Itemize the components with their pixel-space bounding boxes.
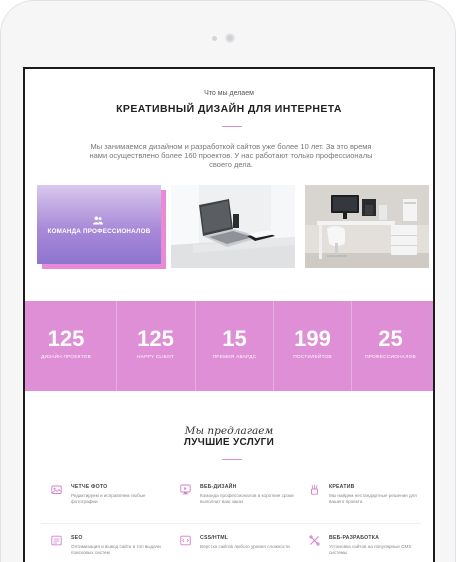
section-description: Мы занимаемся дизайном и разработкой сай… <box>89 142 373 169</box>
title-divider <box>222 126 242 127</box>
service-description: Редактируем и исправляем любые фотографи… <box>71 493 146 504</box>
stat-label: HAPPY CLIENT <box>137 355 174 360</box>
code-icon <box>180 535 191 546</box>
stat-happy-client: 125 HAPPY CLIENT <box>116 301 194 391</box>
section-kicker: Что мы делаем <box>204 90 254 97</box>
stats-band: 125 ДИЗАЙН ПРОЕКТОВ 125 HAPPY CLIENT 15 … <box>25 301 433 391</box>
stat-design-projects: 125 ДИЗАЙН ПРОЕКТОВ <box>27 301 105 391</box>
tools-icon <box>309 535 320 546</box>
service-name: CSS/HTML <box>200 535 229 541</box>
services-kicker: Мы предлагаем <box>184 425 274 437</box>
creative-icon <box>311 484 318 495</box>
stat-awards: 15 ПРЕМИЯ АВАРДС <box>195 301 273 391</box>
team-card-label: КОМАНДА ПРОФЕССИОНАЛОВ <box>47 228 151 235</box>
stat-posts: 199 ПОСТИЛЕЙТОВ <box>273 301 351 391</box>
tablet-sensor <box>212 36 217 41</box>
stat-professionals: 25 ПРОФЕССИОНАЛОВ <box>351 301 429 391</box>
service-description: Команда профессионалов в короткие сроки … <box>200 493 294 504</box>
service-description: Установка сайтов на популярные CMS систе… <box>329 544 412 555</box>
seo-icon <box>51 535 62 546</box>
stat-value: 125 <box>137 326 174 351</box>
service-name: ЧЕТЧЕ ФОТО <box>71 484 108 490</box>
stat-label: ПОСТИЛЕЙТОВ <box>293 355 332 360</box>
service-name: SEO <box>71 535 83 541</box>
service-name: ВЕБ-ДИЗАЙН <box>200 484 237 490</box>
workspace-illustration <box>305 185 429 268</box>
services-divider <box>222 459 242 460</box>
service-description: Мы найдем нестандартные решения для ваше… <box>329 493 417 504</box>
stat-label: ПРЕМИЯ АВАРДС <box>212 355 257 360</box>
stat-value: 125 <box>47 326 85 351</box>
stat-value: 15 <box>222 326 247 351</box>
service-name: КРЕАТИВ <box>329 484 355 490</box>
tablet-frame: Что мы делаем КРЕАТИВНЫЙ ДИЗАЙН ДЛЯ ИНТЕ… <box>0 0 456 562</box>
team-icon <box>93 216 103 225</box>
service-description: Верстка сайтов любого уровня сложности <box>200 544 290 549</box>
tablet-screen: Что мы делаем КРЕАТИВНЫЙ ДИЗАЙН ДЛЯ ИНТЕ… <box>23 67 435 562</box>
stat-label: ПРОФЕССИОНАЛОВ <box>365 355 416 360</box>
stat-label: ДИЗАЙН ПРОЕКТОВ <box>41 355 91 360</box>
webdesign-icon <box>180 484 191 495</box>
laptop-photo[interactable] <box>171 185 295 268</box>
stat-value: 25 <box>378 326 403 351</box>
workspace-photo[interactable] <box>305 185 429 268</box>
service-description: Оптимизация и вывод сайта в топ выдачи п… <box>71 544 161 555</box>
section-title: КРЕАТИВНЫЙ ДИЗАЙН ДЛЯ ИНТЕРНЕТА <box>116 103 342 115</box>
tablet-camera <box>225 33 235 43</box>
stat-value: 199 <box>294 326 331 351</box>
laptop-illustration <box>171 185 295 268</box>
services-row-divider <box>41 523 421 524</box>
team-card[interactable]: КОМАНДА ПРОФЕССИОНАЛОВ <box>37 185 161 264</box>
photo-icon <box>51 485 62 494</box>
services-title: ЛУЧШИЕ УСЛУГИ <box>183 437 275 448</box>
service-name: ВЕБ-РАЗРАБОТКА <box>329 535 380 541</box>
